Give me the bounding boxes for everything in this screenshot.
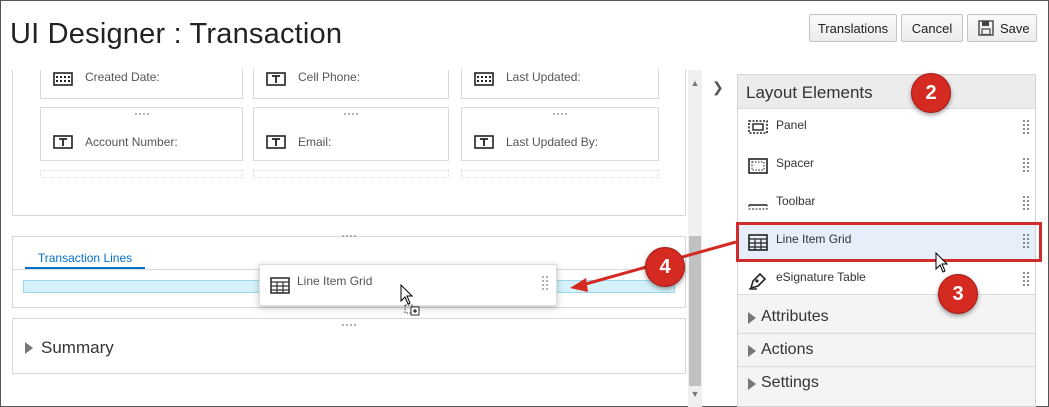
callout-badge-2: 2: [911, 73, 951, 113]
callout-badge-4: 4: [645, 247, 685, 287]
callout-arrow: [570, 240, 737, 292]
callout-badge-3: 3: [938, 274, 978, 314]
